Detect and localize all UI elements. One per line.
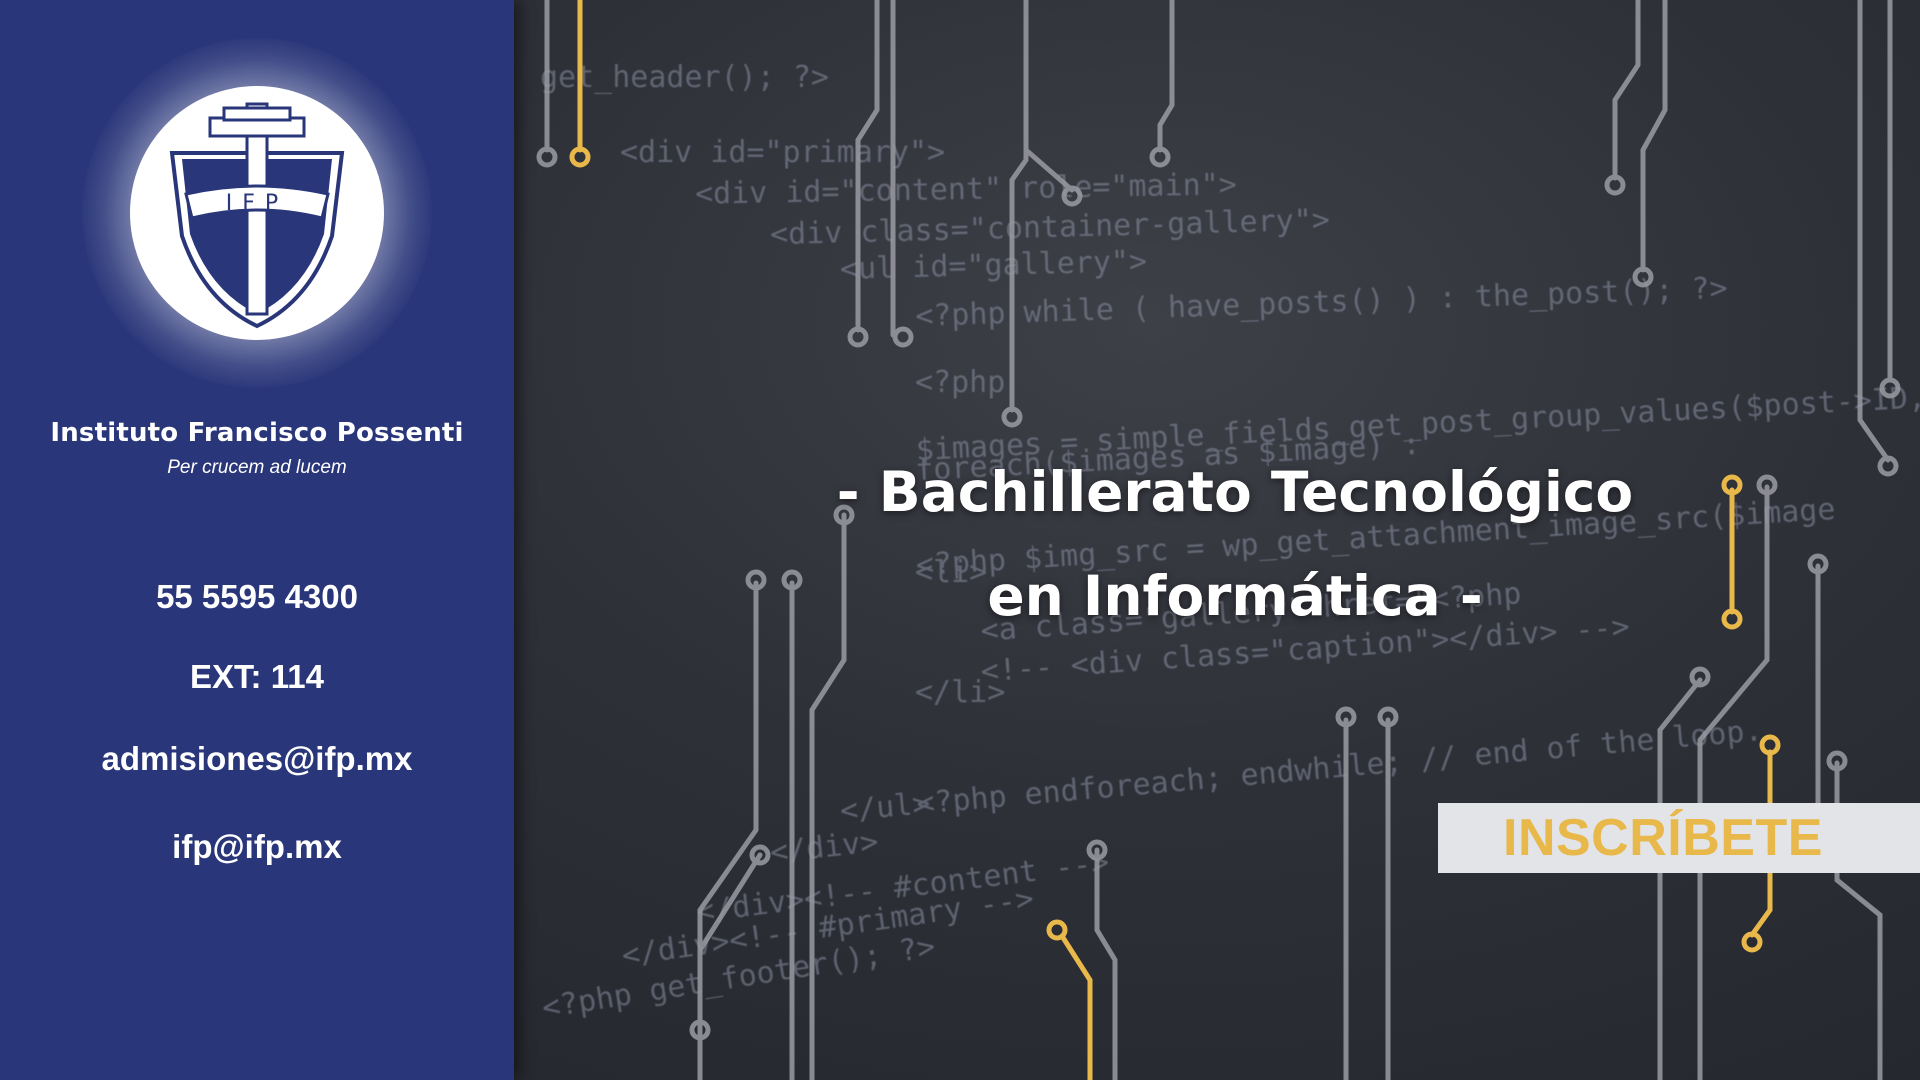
enroll-button[interactable]: INSCRÍBETE: [1438, 803, 1920, 873]
admissions-email: admisiones@ifp.mx: [101, 740, 413, 777]
school-logo: IFP: [130, 86, 384, 340]
school-name: Instituto Francisco Possenti: [50, 418, 464, 448]
headline-line-2: en Informática -: [987, 564, 1483, 628]
shield-cross-icon: IFP: [169, 102, 345, 329]
phone-number: 55 5595 4300: [156, 578, 358, 615]
headline-line-1: - Bachillerato Tecnológico: [836, 460, 1634, 524]
headline: - Bachillerato Tecnológico en Informátic…: [760, 440, 1710, 648]
phone-extension: EXT: 114: [190, 658, 324, 695]
svg-text:IFP: IFP: [226, 191, 288, 216]
general-email: ifp@ifp.mx: [172, 828, 342, 865]
enroll-button-label: INSCRÍBETE: [1503, 809, 1823, 867]
school-motto: Per crucem ad lucem: [167, 457, 347, 478]
sidebar: IFP Instituto Francisco Possenti Per cru…: [0, 0, 514, 1080]
